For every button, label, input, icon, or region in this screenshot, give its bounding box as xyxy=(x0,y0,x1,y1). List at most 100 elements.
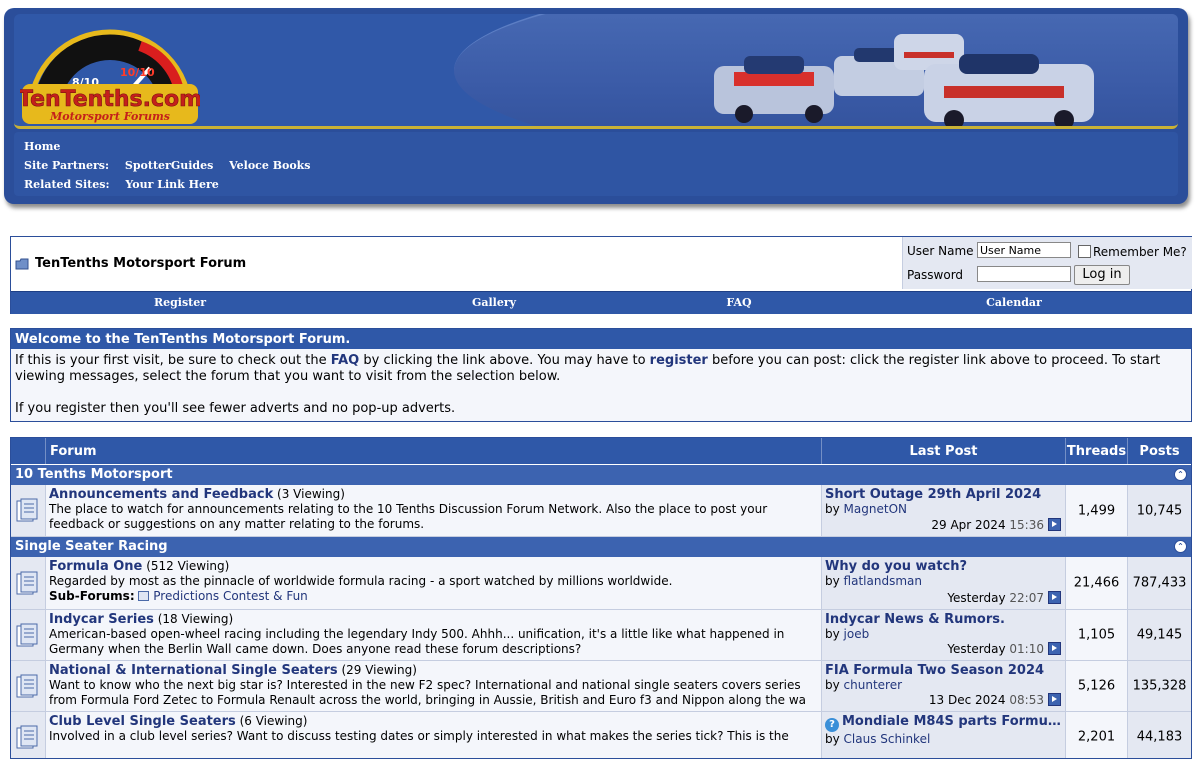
forum-title-link[interactable]: Announcements and Feedback xyxy=(49,487,273,502)
collapse-icon[interactable]: ⌃ xyxy=(1174,540,1187,553)
login-button[interactable]: Log in xyxy=(1074,265,1130,285)
forum-title-link[interactable]: National & International Single Seaters xyxy=(49,663,338,678)
forum-row: Formula One (512 Viewing) Regarded by mo… xyxy=(11,557,1191,610)
by-label: by xyxy=(825,502,840,516)
last-post-date: Yesterday 01:10 xyxy=(947,642,1061,657)
last-post-author-link[interactable]: chunterer xyxy=(844,678,903,692)
category-header[interactable]: Single Seater Racing ⌃ xyxy=(11,537,1191,557)
last-post-time: 15:36 xyxy=(1009,518,1044,532)
last-post-date: 29 Apr 2024 15:36 xyxy=(931,518,1061,533)
category-title: Single Seater Racing xyxy=(15,539,168,554)
category-header[interactable]: 10 Tenths Motorsport ⌃ xyxy=(11,465,1191,485)
thread-count: 21,466 xyxy=(1073,575,1120,591)
welcome-panel: Welcome to the TenTenths Motorsport Foru… xyxy=(10,328,1192,422)
forum-status-cell xyxy=(11,712,46,758)
last-post-date-text: Yesterday xyxy=(947,642,1006,656)
subforums: Sub-Forums: Predictions Contest & Fun xyxy=(49,589,308,603)
last-post-time: 08:53 xyxy=(1009,693,1044,707)
forum-description: Involved in a club level series? Want to… xyxy=(49,729,789,743)
last-post-author-link[interactable]: joeb xyxy=(844,627,870,641)
last-post-cell: FIA Formula Two Season 2024 by chunterer… xyxy=(822,661,1066,711)
forum-status-icon xyxy=(16,623,38,647)
main-navbar: Register Gallery FAQ Calendar xyxy=(11,291,1191,314)
nav-row-partners: Site Partners: SpotterGuides Veloce Book… xyxy=(24,159,311,172)
go-to-last-post-icon[interactable] xyxy=(1048,518,1061,531)
collapse-icon[interactable]: ⌃ xyxy=(1174,468,1187,481)
nav-register[interactable]: Register xyxy=(154,296,206,309)
veloce-books-link[interactable]: Veloce Books xyxy=(229,159,310,172)
forum-status-cell xyxy=(11,610,46,660)
forum-status-icon xyxy=(16,674,38,698)
forum-viewing-count: (18 Viewing) xyxy=(157,612,234,626)
post-count: 10,745 xyxy=(1136,503,1183,518)
welcome-title: Welcome to the TenTenths Motorsport Foru… xyxy=(11,329,1191,349)
nav-calendar[interactable]: Calendar xyxy=(986,296,1042,309)
breadcrumb-login-box: TenTenths Motorsport Forum User Name Rem… xyxy=(10,236,1192,314)
category-title: 10 Tenths Motorsport xyxy=(15,467,173,482)
forum-home-title[interactable]: TenTenths Motorsport Forum xyxy=(35,256,246,271)
header-icon-col xyxy=(11,438,46,464)
go-to-last-post-icon[interactable] xyxy=(1048,591,1061,604)
forum-viewing-count: (6 Viewing) xyxy=(239,714,308,728)
by-label: by xyxy=(825,678,840,692)
faq-link[interactable]: FAQ xyxy=(331,353,360,368)
last-post-author-link[interactable]: flatlandsman xyxy=(844,574,922,588)
forum-title-link[interactable]: Club Level Single Seaters xyxy=(49,714,236,729)
spotterguides-link[interactable]: SpotterGuides xyxy=(125,159,213,172)
svg-text:Motorsport Forums: Motorsport Forums xyxy=(49,110,170,123)
go-to-last-post-icon[interactable] xyxy=(1048,642,1061,655)
remember-me-checkbox[interactable] xyxy=(1078,245,1091,258)
forum-list-table: Forum Last Post Threads Posts 10 Tenths … xyxy=(10,437,1192,759)
remember-me-label: Remember Me? xyxy=(1093,245,1187,259)
forum-title-link[interactable]: Formula One xyxy=(49,559,142,574)
last-post-cell: ? Mondiale M84S parts Formula... by Claus… xyxy=(822,712,1066,758)
last-post-date: Yesterday 22:07 xyxy=(947,591,1061,606)
last-post-title-link[interactable]: Short Outage 29th April 2024 xyxy=(825,487,1062,502)
last-post-title-link[interactable]: Why do you watch? xyxy=(825,559,1062,574)
your-link-here-link[interactable]: Your Link Here xyxy=(125,178,218,191)
posts-cell: 787,433 xyxy=(1128,557,1191,609)
forum-row: Indycar Series (18 Viewing) American-bas… xyxy=(11,610,1191,661)
last-post-time: 22:07 xyxy=(1009,591,1044,605)
go-to-last-post-icon[interactable] xyxy=(1048,693,1061,706)
nav-faq[interactable]: FAQ xyxy=(726,296,751,309)
last-post-time: 01:10 xyxy=(1009,642,1044,656)
register-link[interactable]: register xyxy=(650,353,708,368)
forum-info-cell: Announcements and Feedback (3 Viewing) T… xyxy=(46,485,822,536)
thread-count: 5,126 xyxy=(1077,678,1116,694)
forum-description: Regarded by most as the pinnacle of worl… xyxy=(49,574,673,588)
threads-cell: 2,201 xyxy=(1066,712,1128,758)
question-icon: ? xyxy=(825,718,839,732)
home-link[interactable]: Home xyxy=(24,140,60,153)
welcome-text-part: by clicking the link above. You may have… xyxy=(359,353,650,368)
last-post-author-link[interactable]: Claus Schinkel xyxy=(844,732,931,746)
username-label: User Name xyxy=(907,244,974,258)
subforums-label: Sub-Forums: xyxy=(49,589,135,603)
threads-cell: 21,466 xyxy=(1066,557,1128,609)
nav-gallery[interactable]: Gallery xyxy=(472,296,516,309)
username-input[interactable] xyxy=(977,242,1071,258)
post-count: 49,145 xyxy=(1136,627,1183,643)
by-label: by xyxy=(825,627,840,641)
forum-status-cell xyxy=(11,557,46,609)
last-post-cell: Indycar News & Rumors. by joeb Yesterday… xyxy=(822,610,1066,660)
posts-cell: 44,183 xyxy=(1128,712,1191,758)
forum-viewing-count: (29 Viewing) xyxy=(341,663,417,677)
svg-text:TenTenths.com: TenTenths.com xyxy=(20,87,200,112)
last-post-date: 13 Dec 2024 08:53 xyxy=(929,693,1061,708)
password-input[interactable] xyxy=(977,266,1071,282)
subforum-link[interactable]: Predictions Contest & Fun xyxy=(153,589,308,603)
last-post-author-link[interactable]: MagnetON xyxy=(844,502,907,516)
last-post-date-text: Yesterday xyxy=(947,591,1006,605)
last-post-date-text: 13 Dec 2024 xyxy=(928,693,1006,707)
forum-row: Announcements and Feedback (3 Viewing) T… xyxy=(11,485,1191,537)
last-post-title-link[interactable]: Indycar News & Rumors. xyxy=(825,612,1062,627)
race-cars-image xyxy=(714,34,1094,126)
forum-title-link[interactable]: Indycar Series xyxy=(49,612,154,627)
threads-cell: 1,499 xyxy=(1066,485,1128,536)
forum-row: Club Level Single Seaters (6 Viewing) In… xyxy=(11,712,1191,758)
last-post-title-link[interactable]: FIA Formula Two Season 2024 xyxy=(825,663,1062,678)
subforum-icon xyxy=(138,591,150,601)
last-post-title-link[interactable]: ? Mondiale M84S parts Formula... xyxy=(825,714,1062,732)
related-sites-label: Related Sites: xyxy=(24,178,110,191)
